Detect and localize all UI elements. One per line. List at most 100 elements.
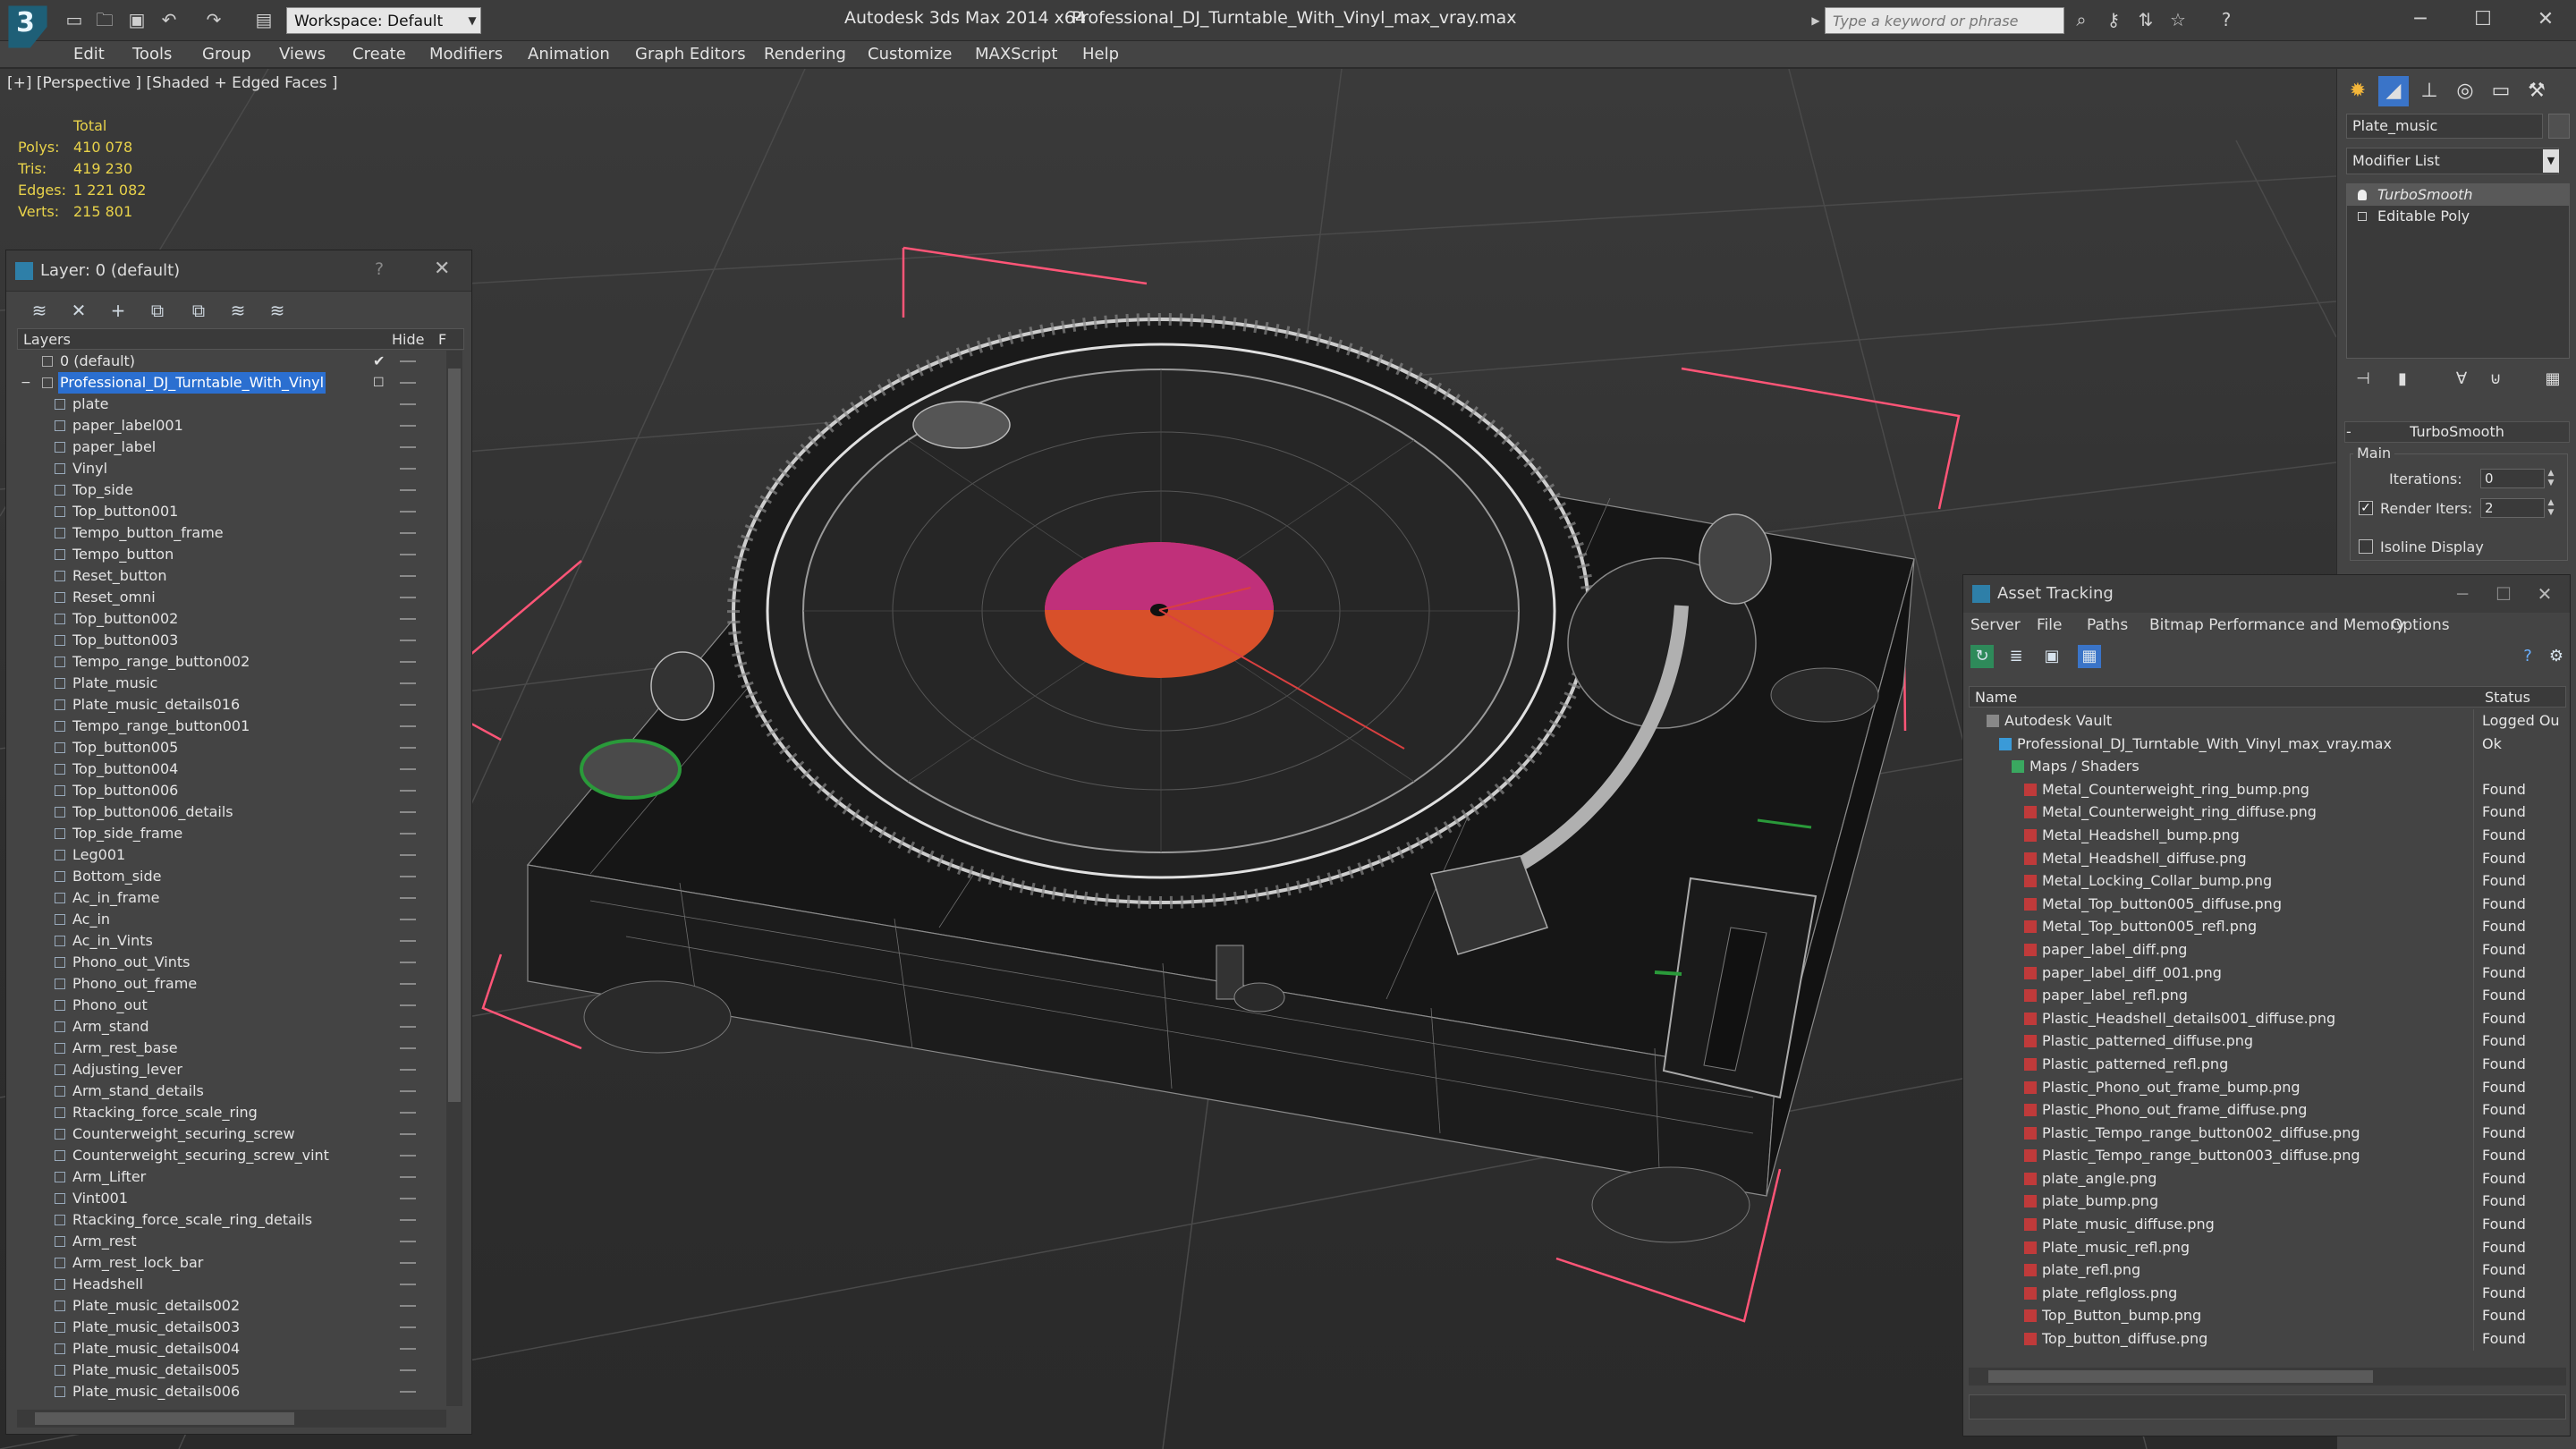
render-iters-checkbox[interactable]: ✓ — [2359, 501, 2373, 515]
key-icon[interactable]: ⚷ — [2102, 8, 2125, 31]
hide-toggle-icon[interactable] — [400, 1284, 416, 1285]
active-toggle-icon[interactable]: ☐ — [373, 372, 385, 394]
layer-object-row[interactable]: Vint001 — [17, 1188, 445, 1209]
layer-object-row[interactable]: Top_side_frame — [17, 823, 445, 844]
hide-toggle-icon[interactable] — [400, 1262, 416, 1264]
save-file-icon[interactable]: ▣ — [125, 8, 148, 31]
column-status[interactable]: Status — [2485, 689, 2530, 706]
iterations-spinner[interactable]: 0 — [2480, 469, 2545, 488]
hide-toggle-icon[interactable] — [400, 1219, 416, 1221]
open-file-icon[interactable]: 🗀 — [93, 8, 116, 31]
spinner-arrows-icon[interactable]: ▲ ▼ — [2545, 469, 2557, 488]
hide-toggle-icon[interactable] — [400, 1112, 416, 1114]
layer-object-row[interactable]: Arm_Lifter — [17, 1166, 445, 1188]
modify-tab-icon[interactable]: ◢ — [2378, 76, 2409, 106]
object-name-field[interactable]: Plate_music — [2346, 114, 2543, 139]
asset-row[interactable]: Metal_Top_button005_refl.png Found — [1969, 915, 2566, 939]
spinner-arrows-icon[interactable]: ▲ ▼ — [2545, 498, 2557, 518]
asset-row[interactable]: Metal_Locking_Collar_bump.png Found — [1969, 869, 2566, 894]
hide-toggle-icon[interactable] — [400, 382, 416, 384]
layer-object-row[interactable]: Phono_out_frame — [17, 973, 445, 995]
layer-object-row[interactable]: Tempo_button — [17, 544, 445, 565]
asset-row[interactable]: Maps / Shaders — [1969, 755, 2566, 779]
object-color-swatch[interactable] — [2548, 114, 2570, 139]
minimize-button[interactable]: ─ — [2445, 580, 2480, 607]
modifier-list-dropdown[interactable]: Modifier List — [2346, 148, 2559, 174]
options-icon[interactable]: ⚙ — [2545, 645, 2568, 668]
asset-horizontal-scrollbar[interactable] — [1969, 1368, 2566, 1385]
hide-all-icon[interactable]: ≋ — [226, 299, 250, 322]
hide-toggle-icon[interactable] — [400, 1047, 416, 1049]
hide-toggle-icon[interactable] — [400, 618, 416, 620]
asset-row[interactable]: Metal_Headshell_bump.png Found — [1969, 823, 2566, 847]
add-to-layer-icon[interactable]: + — [106, 299, 130, 322]
hide-toggle-icon[interactable] — [400, 1090, 416, 1092]
layer-panel-header[interactable]: Layer: 0 (default) ? ✕ — [6, 250, 471, 292]
asset-row[interactable]: Plastic_patterned_diffuse.png Found — [1969, 1030, 2566, 1054]
asset-row[interactable]: Metal_Counterweight_ring_diffuse.png Foun… — [1969, 801, 2566, 825]
create-tab-icon[interactable]: ✹ — [2343, 76, 2373, 106]
pin-stack-icon[interactable]: ⊣ — [2351, 368, 2375, 391]
layer-object-row[interactable]: Arm_rest — [17, 1231, 445, 1252]
asset-row[interactable]: Professional_DJ_Turntable_With_Vinyl_max… — [1969, 732, 2566, 756]
layer-object-row[interactable]: Phono_out — [17, 995, 445, 1016]
layer-object-row[interactable]: Rtacking_force_scale_ring_details — [17, 1209, 445, 1231]
show-end-result-icon[interactable]: ▮ — [2391, 368, 2414, 391]
hide-toggle-icon[interactable] — [400, 554, 416, 555]
close-icon[interactable]: ✕ — [434, 258, 450, 280]
layer-object-row[interactable]: Reset_omni — [17, 587, 445, 608]
asset-row[interactable]: Plastic_Phono_out_frame_bump.png Found — [1969, 1075, 2566, 1099]
layer-object-row[interactable]: Phono_out_Vints — [17, 952, 445, 973]
hierarchy-tab-icon[interactable]: ⊥ — [2414, 76, 2445, 106]
hide-toggle-icon[interactable] — [400, 1069, 416, 1071]
layer-object-row[interactable]: Plate_music_details003 — [17, 1317, 445, 1338]
hide-toggle-icon[interactable] — [400, 1348, 416, 1350]
search-expand-icon[interactable]: ▶ — [1807, 7, 1825, 34]
hide-toggle-icon[interactable] — [400, 1026, 416, 1028]
hide-toggle-icon[interactable] — [400, 511, 416, 513]
delete-layer-icon[interactable]: ✕ — [67, 299, 90, 322]
asset-row[interactable]: Metal_Headshell_diffuse.png Found — [1969, 846, 2566, 870]
asset-path-field[interactable] — [1969, 1394, 2566, 1419]
asset-row[interactable]: Metal_Top_button005_diffuse.png Found — [1969, 892, 2566, 916]
hide-toggle-icon[interactable] — [400, 1241, 416, 1242]
hide-toggle-icon[interactable] — [400, 682, 416, 684]
hide-toggle-icon[interactable] — [400, 811, 416, 813]
layer-object-row[interactable]: Bottom_side — [17, 866, 445, 887]
help-icon[interactable]: ? — [2215, 8, 2238, 31]
lightbulb-icon[interactable] — [2358, 190, 2367, 200]
hide-toggle-icon[interactable] — [400, 1176, 416, 1178]
stack-item-editable-poly[interactable]: Editable Poly — [2347, 206, 2569, 227]
layer-object-row[interactable]: Plate_music_details004 — [17, 1338, 445, 1360]
menu-graph-editors[interactable]: Graph Editors — [635, 45, 746, 64]
asset-row[interactable]: Plastic_Tempo_range_button003_diffuse.pn… — [1969, 1144, 2566, 1168]
layer-object-row[interactable]: Arm_rest_lock_bar — [17, 1252, 445, 1274]
menu-group[interactable]: Group — [202, 45, 251, 64]
layer-object-row[interactable]: Top_button003 — [17, 630, 445, 651]
viewport-label[interactable]: [+] [Perspective ] [Shaded + Edged Faces… — [7, 74, 337, 92]
hide-toggle-icon[interactable] — [400, 919, 416, 920]
layer-object-row[interactable]: Rtacking_force_scale_ring — [17, 1102, 445, 1123]
menu-views[interactable]: Views — [279, 45, 326, 64]
configure-sets-icon[interactable]: ▦ — [2541, 368, 2564, 391]
layer-object-row[interactable]: Top_button001 — [17, 501, 445, 522]
hide-toggle-icon[interactable] — [400, 468, 416, 470]
hide-toggle-icon[interactable] — [400, 1391, 416, 1393]
project-folder-icon[interactable]: ▤ — [252, 8, 275, 31]
freeze-all-icon[interactable]: ≋ — [266, 299, 289, 322]
make-unique-icon[interactable]: ∀ — [2450, 368, 2473, 391]
star-icon[interactable]: ☆ — [2166, 8, 2190, 31]
asset-row[interactable]: Autodesk Vault Logged Ou — [1969, 709, 2566, 733]
asset-row[interactable]: plate_angle.png Found — [1969, 1166, 2566, 1191]
layer-object-row[interactable]: plate — [17, 394, 445, 415]
layer-object-row[interactable]: Top_button004 — [17, 758, 445, 780]
asset-row[interactable]: Top_button_diffuse.png Found — [1969, 1327, 2566, 1352]
column-name[interactable]: Name — [1975, 689, 2017, 706]
render-iters-spinner[interactable]: 2 — [2480, 498, 2545, 518]
column-layers[interactable]: Layers — [23, 331, 71, 348]
asset-row[interactable]: Top_Button_bump.png Found — [1969, 1304, 2566, 1328]
menu-maxscript[interactable]: MAXScript — [975, 45, 1057, 64]
asset-row[interactable]: paper_label_refl.png Found — [1969, 984, 2566, 1008]
workspace-dropdown[interactable]: Workspace: Default — [286, 7, 481, 34]
column-freeze[interactable]: F — [438, 331, 446, 348]
